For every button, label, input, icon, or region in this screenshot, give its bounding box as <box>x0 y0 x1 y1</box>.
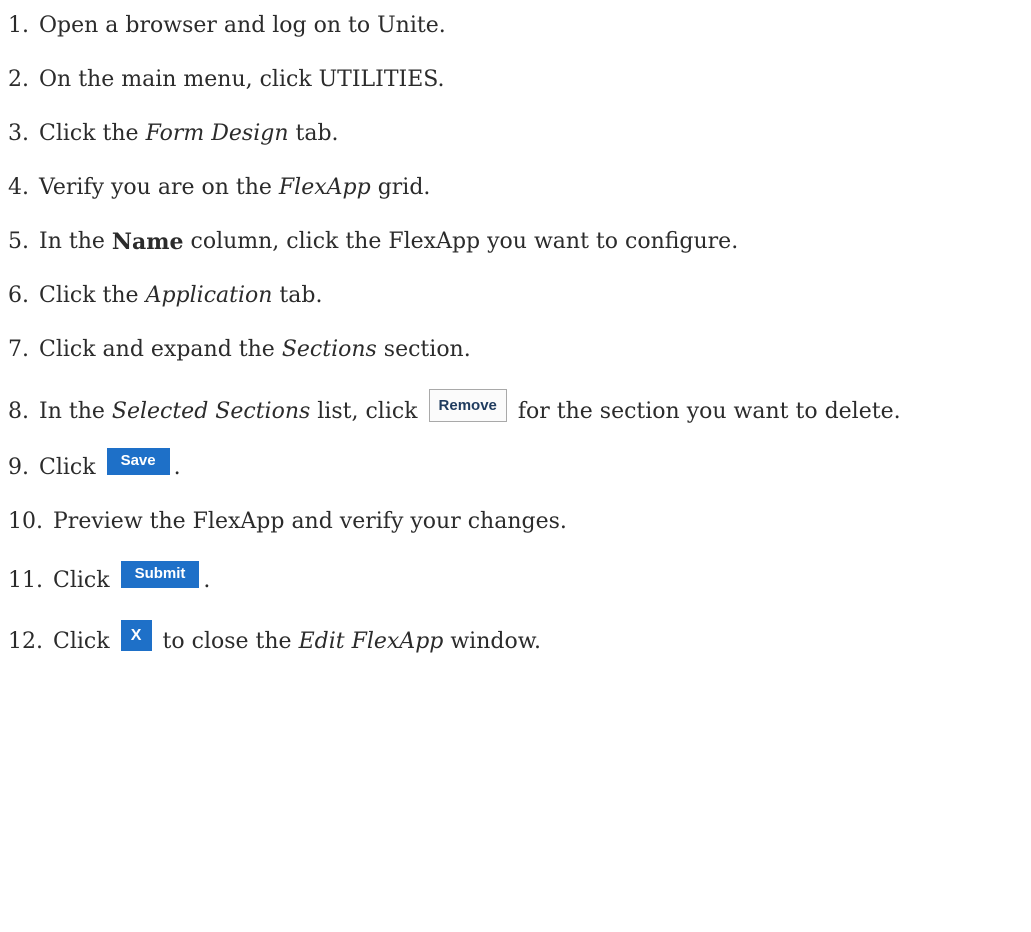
step-text-post: for the section you want to delete. <box>510 398 901 424</box>
step-text-mid: list, click <box>310 398 425 424</box>
step-text-post: . <box>173 455 181 480</box>
instruction-list: 1. Open a browser and log on to Unite. 2… <box>0 0 1031 932</box>
step-number: 10. <box>8 509 43 534</box>
step-10: 10. Preview the FlexApp and verify your … <box>8 508 567 536</box>
step-text-pre: In the <box>39 229 112 254</box>
column-name: Name <box>111 229 184 255</box>
submit-button: Submit <box>120 560 200 588</box>
step-number: 11. <box>8 568 43 593</box>
step-text-post: tab. <box>272 283 323 308</box>
window-name: Edit FlexApp <box>298 628 444 654</box>
step-4: 4. Verify you are on the FlexApp grid. <box>8 174 430 202</box>
step-text-pre: Click and expand the <box>39 337 282 362</box>
step-number: 9. <box>8 455 29 480</box>
step-text-pre: Click <box>53 628 117 654</box>
step-text-pre: Click the <box>39 121 146 146</box>
step-number: 8. <box>8 398 29 424</box>
step-5: 5. In the Name column, click the FlexApp… <box>8 228 738 256</box>
step-7: 7. Click and expand the Sections section… <box>8 336 471 364</box>
step-text-pre: In the <box>39 398 112 424</box>
section-name: Sections <box>281 337 377 362</box>
step-text-mid: to close the <box>155 628 299 654</box>
step-number: 12. <box>8 628 43 654</box>
step-number: 3. <box>8 121 29 146</box>
step-text: Open a browser and log on to Unite. <box>39 13 446 38</box>
step-8: 8. In the Selected Sections list, click … <box>8 389 901 428</box>
step-text-post: tab. <box>288 121 339 146</box>
tab-name: Application <box>145 283 273 308</box>
step-12: 12. Click X to close the Edit FlexApp wi… <box>8 620 541 657</box>
remove-button: Remove <box>428 389 507 422</box>
save-button: Save <box>106 447 170 475</box>
step-6: 6. Click the Application tab. <box>8 282 322 310</box>
step-text-post: grid. <box>370 175 431 200</box>
step-number: 2. <box>8 67 29 92</box>
grid-name: FlexApp <box>278 175 371 200</box>
step-text-post: . <box>203 568 211 593</box>
step-number: 5. <box>8 229 29 254</box>
step-9: 9. Click Save . <box>8 447 181 482</box>
step-text-post: column, click the FlexApp you want to co… <box>183 229 739 254</box>
step-number: 4. <box>8 175 29 200</box>
step-number: 6. <box>8 283 29 308</box>
step-2: 2. On the main menu, click UTILITIES. <box>8 66 445 94</box>
list-name: Selected Sections <box>111 398 311 424</box>
step-3: 3. Click the Form Design tab. <box>8 120 339 148</box>
step-text-pre: Click the <box>39 283 146 308</box>
step-text: On the main menu, click UTILITIES. <box>39 67 445 92</box>
step-1: 1. Open a browser and log on to Unite. <box>8 12 446 40</box>
step-number: 1. <box>8 13 29 38</box>
step-text-post: window. <box>443 628 541 654</box>
step-text-pre: Click <box>39 455 103 480</box>
step-11: 11. Click Submit . <box>8 560 211 595</box>
step-text-pre: Click <box>53 568 117 593</box>
tab-name: Form Design <box>145 121 289 146</box>
step-text-pre: Verify you are on the <box>39 175 279 200</box>
close-icon: X <box>120 620 152 651</box>
step-number: 7. <box>8 337 29 362</box>
step-text: Preview the FlexApp and verify your chan… <box>53 509 567 534</box>
step-text-post: section. <box>376 337 471 362</box>
